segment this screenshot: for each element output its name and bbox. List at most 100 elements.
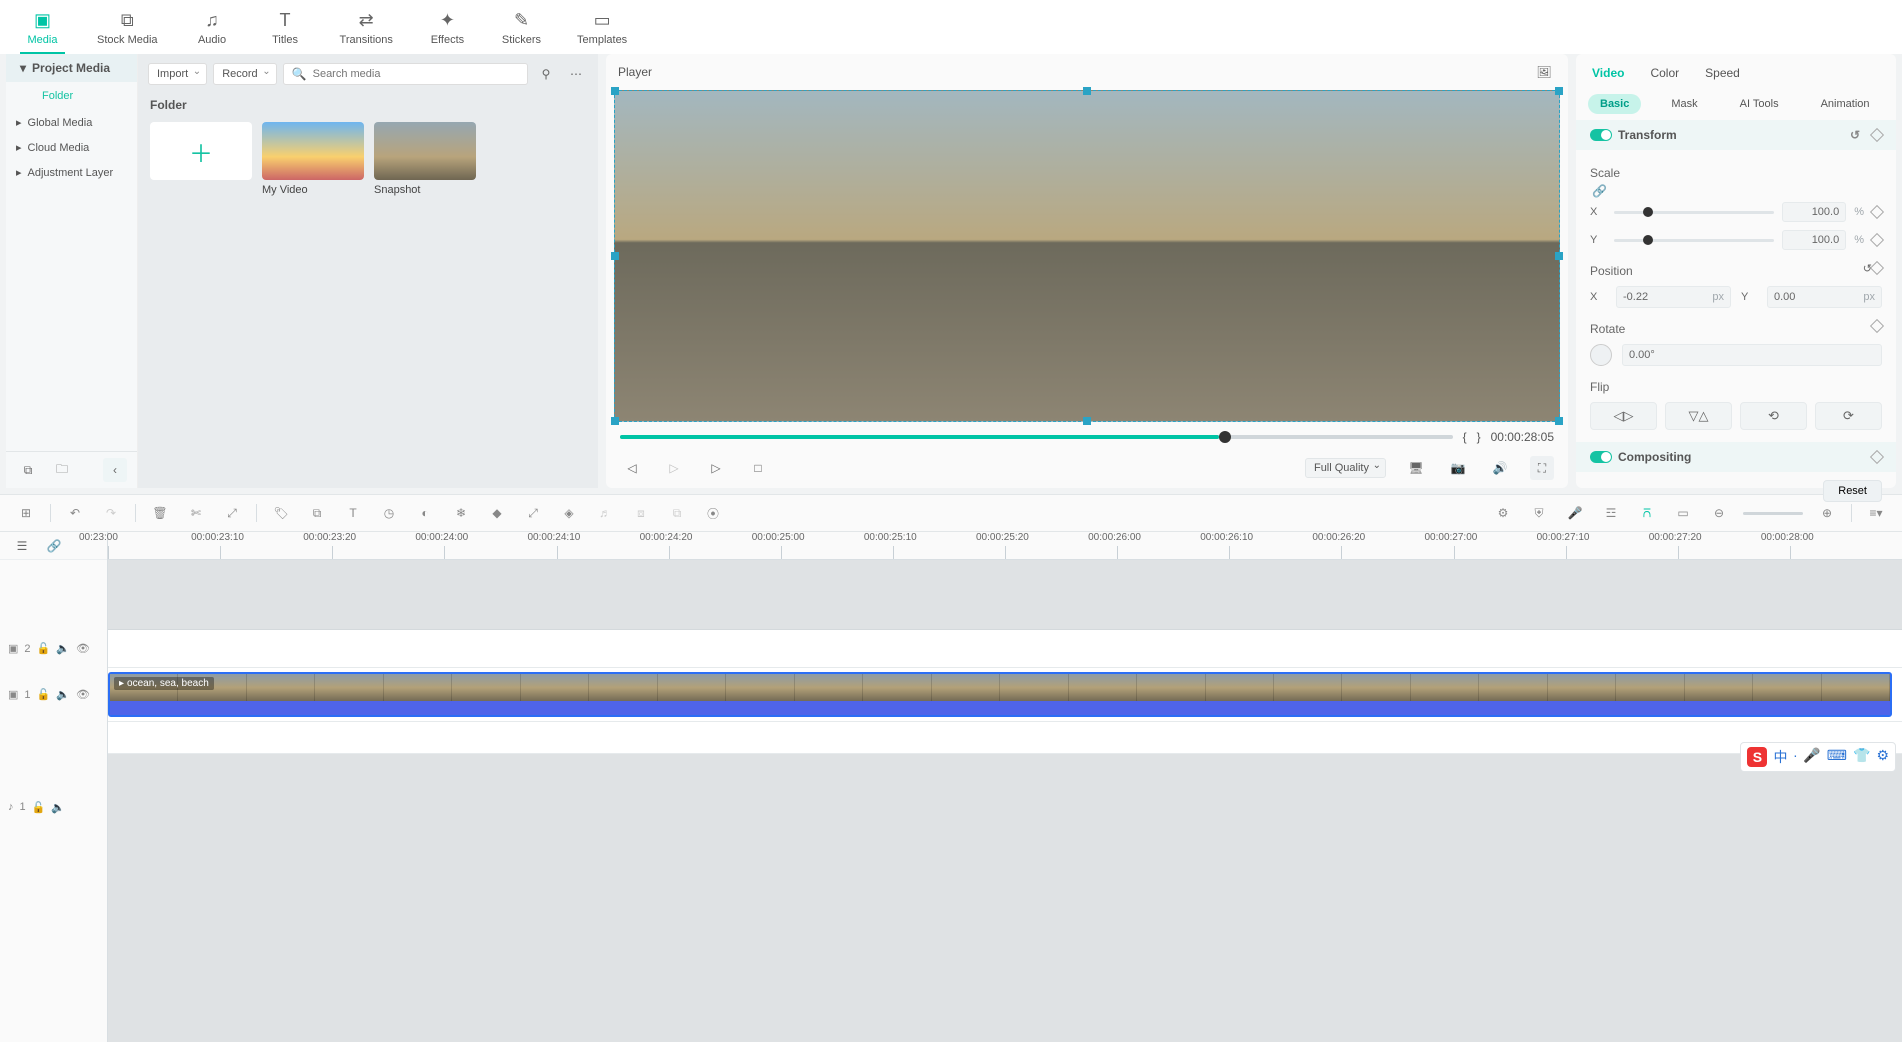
scale-y-slider[interactable] <box>1614 239 1774 242</box>
tab-media[interactable]: ▣Media <box>20 8 65 54</box>
compositing-toggle[interactable] <box>1590 451 1612 463</box>
keyframe-rotate-icon[interactable] <box>1870 319 1884 333</box>
rotate-cw-button[interactable]: ⟳ <box>1815 402 1882 430</box>
audio-tool-icon[interactable]: ♬ <box>593 501 617 525</box>
collapse-sidebar-icon[interactable]: ‹ <box>103 458 127 482</box>
thumb-import-media[interactable]: ＋ <box>150 122 252 196</box>
audio-track-1[interactable]: ♪1 🔓 🔈 <box>108 722 1902 754</box>
zoom-in-icon[interactable]: ⊕ <box>1815 501 1839 525</box>
resize-handle-rm[interactable] <box>1555 252 1563 260</box>
ime-badge[interactable]: S 中 ∙ 🎤 ⌨ 👕 ⚙ <box>1740 742 1896 772</box>
delete-icon[interactable]: 🗑 <box>148 501 172 525</box>
keyframe-scale-x-icon[interactable] <box>1870 205 1884 219</box>
tl-snap-icon[interactable]: ▭ <box>1671 501 1695 525</box>
tab-titles[interactable]: TTitles <box>263 8 308 54</box>
section-compositing-header[interactable]: Compositing <box>1576 442 1896 472</box>
keyframe-compositing-icon[interactable] <box>1870 450 1884 464</box>
volume-icon[interactable]: 🔊 <box>1488 456 1512 480</box>
rotate-knob[interactable] <box>1590 344 1612 366</box>
tab-templates[interactable]: ▭Templates <box>573 8 631 54</box>
transform-toggle[interactable] <box>1590 129 1612 141</box>
keyframe-scale-y-icon[interactable] <box>1870 233 1884 247</box>
folder-link[interactable]: Folder <box>6 82 137 110</box>
reset-button[interactable]: Reset <box>1823 480 1882 502</box>
reset-transform-icon[interactable]: ↺ <box>1850 128 1860 142</box>
subtab-ai-tools[interactable]: AI Tools <box>1728 94 1791 114</box>
ime-lang[interactable]: 中 <box>1773 747 1787 767</box>
undo-icon[interactable]: ↶ <box>63 501 87 525</box>
prop-tab-color[interactable]: Color <box>1648 62 1681 88</box>
prop-tab-video[interactable]: Video <box>1590 62 1626 88</box>
lock-icon[interactable]: 🔓 <box>32 801 46 814</box>
tl-magnetic-icon[interactable]: ⩃ <box>1635 501 1659 525</box>
resize-handle-bl[interactable] <box>611 417 619 425</box>
zoom-slider[interactable] <box>1743 512 1803 515</box>
ime-skin-icon[interactable]: 👕 <box>1853 747 1870 767</box>
video-clip[interactable]: ▸ocean, sea, beach <box>108 672 1892 717</box>
scale-y-input[interactable]: 100.0 <box>1782 230 1846 250</box>
record-vo-icon[interactable]: ⦿ <box>701 501 725 525</box>
fullscreen-icon[interactable]: ⛶ <box>1530 456 1554 480</box>
tl-settings-icon[interactable]: ⚙ <box>1491 501 1515 525</box>
keyframe-position-icon[interactable] <box>1870 261 1884 275</box>
text-icon[interactable]: T <box>341 501 365 525</box>
tab-effects[interactable]: ✦Effects <box>425 8 470 54</box>
tl-mic-icon[interactable]: 🎤 <box>1563 501 1587 525</box>
rotate-ccw-button[interactable]: ⟲ <box>1740 402 1807 430</box>
scrub-knob[interactable] <box>1219 431 1231 443</box>
thumb-snapshot[interactable]: Snapshot <box>374 122 476 196</box>
scrub-bar[interactable] <box>620 435 1453 439</box>
scale-x-slider[interactable] <box>1614 211 1774 214</box>
preview-canvas[interactable] <box>614 90 1560 422</box>
video-track-2[interactable]: ▣2 🔓 🔈 👁 <box>108 630 1902 668</box>
expand-icon[interactable]: ⤢ <box>521 501 545 525</box>
mute-icon[interactable]: 🔈 <box>51 801 65 814</box>
scale-lock[interactable]: 🔗 <box>1590 184 1882 198</box>
tab-stickers[interactable]: ✎Stickers <box>498 8 545 54</box>
resize-handle-lm[interactable] <box>611 252 619 260</box>
display-icon[interactable]: 🖥 <box>1404 456 1428 480</box>
freeze-icon[interactable]: ❄ <box>449 501 473 525</box>
zoom-out-icon[interactable]: ⊖ <box>1707 501 1731 525</box>
play-from-start-icon[interactable]: ▷ <box>662 456 686 480</box>
record-dropdown[interactable]: Record <box>213 63 276 85</box>
search-media-input[interactable] <box>313 68 519 80</box>
playback-quality-select[interactable]: Full Quality <box>1305 458 1386 478</box>
resize-handle-tr[interactable] <box>1555 87 1563 95</box>
filter-icon[interactable]: ⚲ <box>534 62 558 86</box>
ime-settings-icon[interactable]: ⚙ <box>1876 747 1889 767</box>
ime-keyboard-icon[interactable]: ⌨ <box>1827 747 1847 767</box>
color-icon[interactable]: ◐ <box>413 501 437 525</box>
sidebar-item-global-media[interactable]: ▸Global Media <box>6 110 137 135</box>
subtab-basic[interactable]: Basic <box>1588 94 1641 114</box>
speed-icon[interactable]: ◷ <box>377 501 401 525</box>
prop-tab-speed[interactable]: Speed <box>1703 62 1742 88</box>
sidebar-item-adjustment-layer[interactable]: ▸Adjustment Layer <box>6 160 137 185</box>
cut-icon[interactable]: ✄ <box>184 501 208 525</box>
tl-shield-icon[interactable]: ⛨ <box>1527 501 1551 525</box>
keyframe-transform-icon[interactable] <box>1870 128 1884 142</box>
capture-icon[interactable]: 📷 <box>1446 456 1470 480</box>
tl-tracks-icon[interactable]: ☰ <box>10 534 34 558</box>
resize-handle-tm[interactable] <box>1083 87 1091 95</box>
redo-icon[interactable]: ↷ <box>99 501 123 525</box>
section-transform-header[interactable]: Transform ↺ <box>1576 120 1896 150</box>
ungroup-icon[interactable]: ⧉ <box>665 501 689 525</box>
play-icon[interactable]: ▷ <box>704 456 728 480</box>
pos-x-input[interactable]: -0.22px <box>1616 286 1731 308</box>
tl-view-icon[interactable]: ≡▾ <box>1864 501 1888 525</box>
timeline-ruler[interactable]: 00:23:0000:00:23:1000:00:23:2000:00:24:0… <box>108 532 1902 560</box>
group-icon[interactable]: ⧈ <box>629 501 653 525</box>
resize-handle-bm[interactable] <box>1083 417 1091 425</box>
keyframe-tool-icon[interactable]: ◆ <box>485 501 509 525</box>
flip-vertical-button[interactable]: ▽△ <box>1665 402 1732 430</box>
thumb-my-video[interactable]: My Video <box>262 122 364 196</box>
scale-x-input[interactable]: 100.0 <box>1782 202 1846 222</box>
pos-y-input[interactable]: 0.00px <box>1767 286 1882 308</box>
crop-icon[interactable]: ⧉ <box>305 501 329 525</box>
video-track-1[interactable]: ▣1 🔓 🔈 👁 ▸ocean, sea, beach <box>108 668 1902 722</box>
resize-handle-br[interactable] <box>1555 417 1563 425</box>
tl-mixer-icon[interactable]: ☲ <box>1599 501 1623 525</box>
ime-punct-icon[interactable]: ∙ <box>1793 747 1797 767</box>
import-dropdown[interactable]: Import <box>148 63 207 85</box>
